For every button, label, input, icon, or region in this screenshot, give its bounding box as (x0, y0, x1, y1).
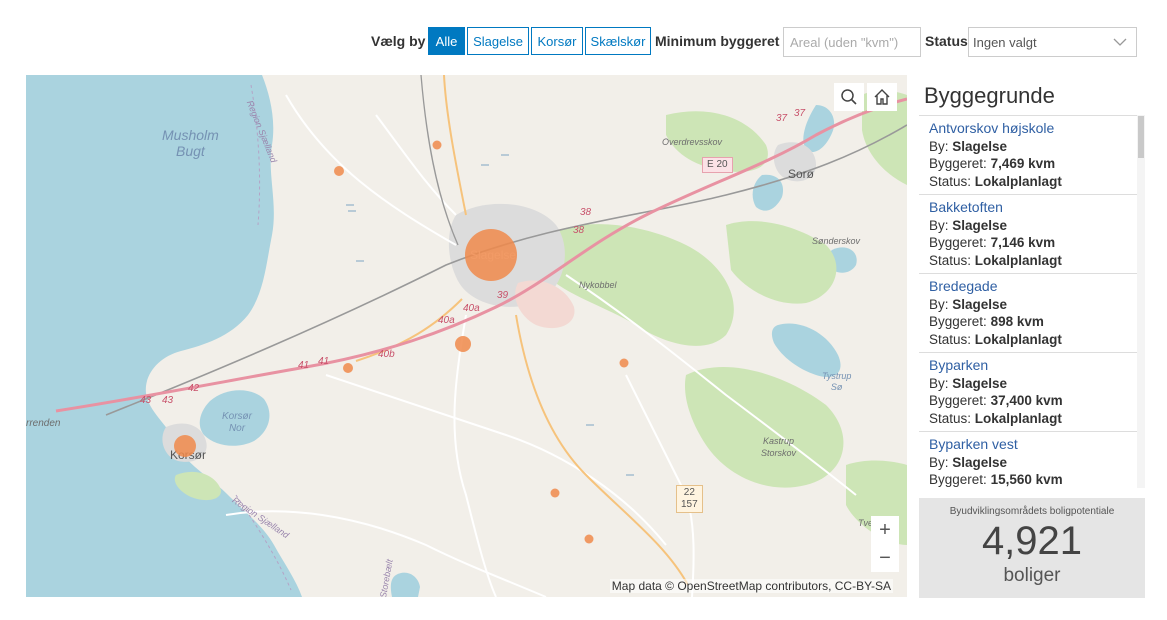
lot-built: Byggeret: 15,560 kvm (929, 472, 1063, 487)
label-soro: Sorø (788, 167, 815, 181)
lot-city: By: Slagelse (929, 138, 1008, 154)
zoom-controls: + − (871, 516, 899, 572)
list-item[interactable]: Antvorskov højskole By: Slagelse Byggere… (919, 116, 1145, 195)
label-nykobbel: Nykobbel (579, 280, 617, 290)
zoom-out-button[interactable]: − (871, 544, 899, 572)
road-40a: 40a (463, 303, 480, 314)
road-40b: 40b (378, 349, 395, 360)
minor-roads (225, 94, 857, 597)
lake-bottom (390, 572, 420, 597)
status-select-value: Ingen valgt (973, 34, 1037, 50)
road-40a-b: 40a (438, 315, 455, 326)
shield-157-label: 157 (681, 499, 698, 510)
area-input[interactable] (783, 27, 921, 57)
road-39: 39 (497, 290, 509, 301)
road-41b: 41 (318, 356, 330, 367)
basemap (26, 75, 907, 597)
lot-built: Byggeret: 7,146 kvm (929, 235, 1056, 250)
chevron-down-icon (1113, 38, 1127, 46)
shield-22-157: 22 157 (676, 485, 703, 513)
map-attribution: Map data © OpenStreetMap contributors, C… (609, 579, 893, 593)
forest-3 (726, 221, 837, 304)
lot-built: Byggeret: 37,400 kvm (929, 393, 1063, 408)
lot-city: By: Slagelse (929, 217, 1008, 233)
city-filter-label: Vælg by (371, 33, 426, 49)
road-38: 38 (580, 207, 592, 218)
label-sonderskov: Sønderskov (812, 236, 861, 246)
label-overdrevsskov: Overdrevsskov (662, 137, 723, 147)
road-42: 42 (188, 383, 200, 394)
lot-name[interactable]: Byparken vest (929, 436, 1135, 454)
lot-name[interactable]: Bakketoften (929, 199, 1135, 217)
forest-4 (684, 366, 844, 488)
lot-built: Byggeret: 898 kvm (929, 314, 1044, 329)
road-37: 37 (794, 108, 806, 119)
list-item[interactable]: Bakketoften By: Slagelse Byggeret: 7,146… (919, 195, 1145, 274)
road-41: 41 (298, 360, 310, 371)
lot-status: Status: Lokalplanlagt (929, 331, 1062, 347)
road-38b: 38 (573, 225, 585, 236)
city-button-skaelskor[interactable]: Skælskør (585, 27, 651, 55)
list-scrollbar[interactable] (1137, 115, 1145, 488)
stat-value: 4,921 (981, 519, 1083, 563)
label-korsor-nor: Korsør Nor (222, 411, 252, 434)
lot-city: By: Slagelse (929, 296, 1008, 312)
label-ferrenden: rrenden (26, 418, 61, 429)
lot-name[interactable]: Antvorskov højskole (929, 120, 1135, 138)
shield-22-label: 22 (683, 487, 695, 498)
filter-bar: Vælg by Alle Slagelse Korsør Skælskør Mi… (0, 26, 1167, 57)
road-43b: 43 (162, 395, 174, 406)
housing-potential-card: Byudviklingsområdets boligpotentiale 4,9… (919, 498, 1145, 598)
city-button-alle[interactable]: Alle (428, 27, 465, 55)
map-search-button[interactable] (834, 83, 864, 111)
city-button-slagelse[interactable]: Slagelse (467, 27, 529, 55)
tystrup-lake (771, 323, 841, 377)
shield-e20: E 20 (702, 157, 733, 173)
home-icon (874, 89, 890, 105)
status-select[interactable]: Ingen valgt (968, 27, 1137, 57)
regional-roads (355, 75, 689, 586)
lot-status: Status: Lokalplanlagt (929, 252, 1062, 268)
road-43: 43 (140, 395, 152, 406)
status-label: Status (925, 33, 968, 49)
zoom-in-button[interactable]: + (871, 516, 899, 544)
lot-status: Status: Lokalplanlagt (929, 173, 1062, 189)
panel-title: Byggegrunde (924, 83, 1055, 108)
stat-label: Byudviklingsområdets boligpotentiale (949, 506, 1115, 517)
lot-list: Antvorskov højskole By: Slagelse Byggere… (919, 115, 1145, 488)
label-musholm-bugt: Musholm Bugt (162, 127, 219, 159)
road-37b: 37 (776, 113, 788, 124)
map-home-button[interactable] (867, 83, 897, 111)
search-icon (841, 89, 857, 105)
list-scrollbar-thumb[interactable] (1138, 116, 1144, 158)
lot-built: Byggeret: 7,469 kvm (929, 156, 1056, 171)
list-item[interactable]: Bredegade By: Slagelse Byggeret: 898 kvm… (919, 274, 1145, 353)
railway-2 (420, 75, 459, 246)
label-slagelse: Slagelse (470, 248, 517, 262)
lot-name[interactable]: Byparken (929, 357, 1135, 375)
lot-status: Status: Lokalplanlagt (929, 410, 1062, 426)
min-built-label: Minimum byggeret (655, 33, 780, 49)
stat-unit: boliger (1003, 565, 1061, 586)
label-kastrup-storskov: Kastrup Storskov (761, 436, 797, 458)
lot-city: By: Slagelse (929, 454, 1008, 470)
label-tystrup-so: Tystrup Sø (822, 371, 852, 392)
list-item[interactable]: Byparken vest By: Slagelse Byggeret: 15,… (919, 432, 1145, 488)
lot-city: By: Slagelse (929, 375, 1008, 391)
map-view[interactable]: Musholm Bugt Korsør Nor Slagelse Korsør … (26, 75, 907, 597)
list-item[interactable]: Byparken By: Slagelse Byggeret: 37,400 k… (919, 353, 1145, 432)
city-button-korsor[interactable]: Korsør (531, 27, 583, 55)
lot-name[interactable]: Bredegade (929, 278, 1135, 296)
label-korsor: Korsør (170, 448, 206, 462)
